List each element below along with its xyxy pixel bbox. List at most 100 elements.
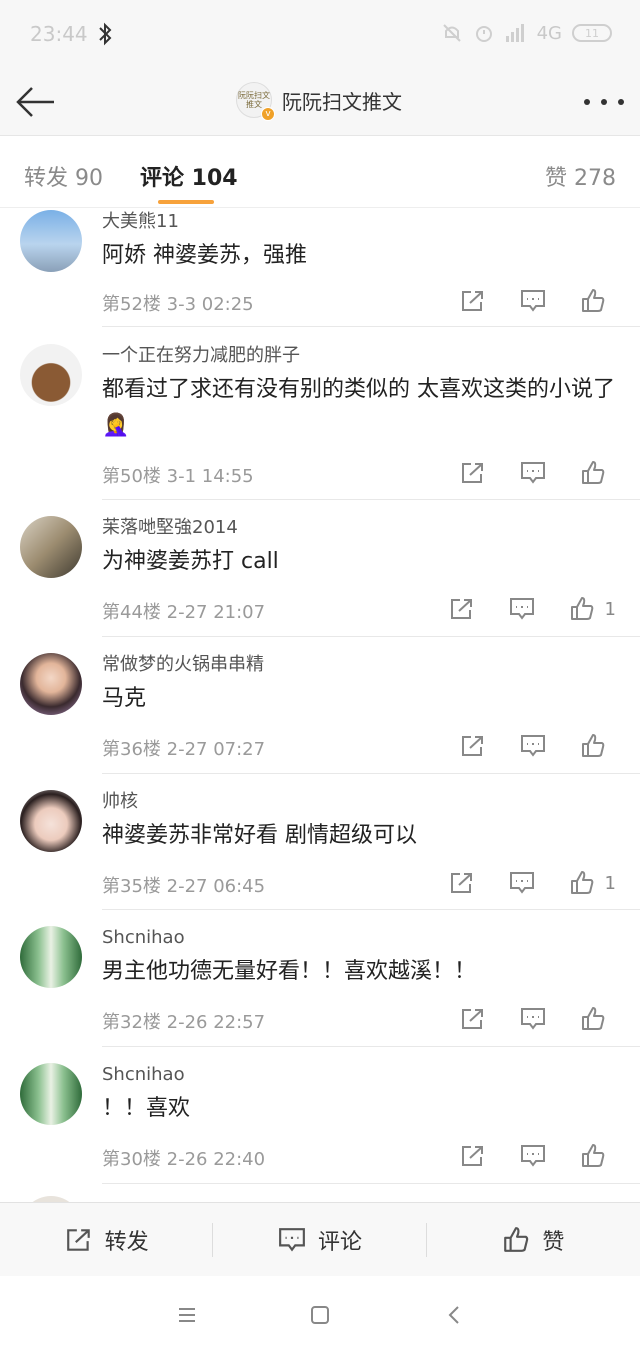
repost-button[interactable]	[460, 1141, 486, 1171]
comment-meta: 第35楼 2-27 06:45	[102, 876, 266, 897]
more-options-icon[interactable]	[584, 88, 624, 116]
like-count: 1	[604, 872, 616, 894]
share-icon	[462, 291, 483, 311]
avatar[interactable]	[20, 1063, 82, 1125]
thumbs-up-icon	[582, 734, 605, 757]
comment-item: 苿落哋堅強2014 为神婆姜苏打 call 第44楼 2-27 21:07 1	[0, 500, 640, 637]
reply-button[interactable]	[509, 594, 535, 624]
comment-meta: 第44楼 2-27 21:07	[102, 602, 266, 623]
comment-icon	[521, 290, 545, 312]
home-icon[interactable]	[305, 1300, 335, 1330]
back-icon[interactable]	[440, 1300, 470, 1330]
verified-badge: v	[261, 107, 275, 121]
repost-button[interactable]	[449, 868, 475, 898]
reply-button[interactable]	[520, 458, 546, 488]
bluetooth-icon	[99, 22, 112, 46]
active-tab-indicator	[158, 200, 214, 204]
like-count: 1	[604, 598, 616, 620]
comment-actions	[426, 286, 616, 316]
commenter-name[interactable]: Shcnihao	[102, 926, 620, 950]
divider	[102, 326, 640, 327]
tab-comments[interactable]: 评论 104	[140, 160, 238, 192]
comment-body: Shcnihao ！！喜欢	[102, 1063, 620, 1127]
tab-likes[interactable]: 赞 278	[545, 160, 616, 192]
commenter-name[interactable]: 大美熊11	[102, 210, 620, 234]
commenter-name[interactable]: 帅核	[102, 790, 620, 814]
comment-text: 为神婆姜苏打 call	[102, 549, 279, 574]
alarm-icon	[475, 26, 492, 42]
share-icon	[462, 463, 483, 483]
comment-meta: 第36楼 2-27 07:27	[102, 739, 266, 760]
header: 阮阮扫文推文 v 阮阮扫文推文	[0, 70, 640, 136]
avatar[interactable]	[20, 653, 82, 715]
tab-bar: 转发 90 评论 104 赞 278	[0, 136, 640, 208]
comment-icon	[509, 598, 534, 620]
like-button[interactable]	[580, 1004, 616, 1034]
commenter-name[interactable]: 一个正在努力减肥的胖子	[102, 344, 620, 368]
thumbs-up-icon	[570, 871, 593, 894]
reply-button[interactable]	[520, 731, 546, 761]
comment-item: 帅核 神婆姜苏非常好看 剧情超级可以 第35楼 2-27 06:45 1	[0, 774, 640, 910]
repost-button[interactable]	[460, 731, 486, 761]
commenter-name[interactable]: Shcnihao	[102, 1063, 620, 1087]
commenter-name[interactable]: 苿落哋堅強2014	[102, 516, 620, 540]
bottom-action-bar: 转发 评论 赞	[0, 1202, 640, 1276]
back-arrow-icon[interactable]	[14, 84, 58, 120]
comment-actions: 1	[415, 594, 616, 624]
like-action-label: 赞	[542, 1229, 565, 1255]
thumbs-up-icon	[504, 1226, 529, 1252]
battery-level: 11	[585, 26, 599, 40]
repost-button[interactable]	[449, 594, 475, 624]
share-icon	[66, 1228, 90, 1251]
comment-meta: 第50楼 3-1 14:55	[102, 466, 254, 487]
share-icon	[450, 873, 472, 893]
menu-icon[interactable]	[172, 1300, 202, 1330]
comment-icon	[521, 1145, 545, 1167]
comment-text: 马克	[102, 686, 147, 711]
comment-text: ！！喜欢	[102, 1096, 191, 1121]
comment-text: 都看过了求还有没有别的类似的 太喜欢这类的小说了🤦‍♀️	[102, 377, 615, 438]
system-nav-bar	[0, 1276, 640, 1351]
like-button[interactable]: 1	[569, 594, 616, 624]
comment-item: Shcnihao ！！喜欢 第30楼 2-26 22:40	[0, 1047, 640, 1184]
account-name[interactable]: 阮阮扫文推文	[282, 86, 402, 115]
account-avatar[interactable]: 阮阮扫文推文 v	[236, 82, 275, 121]
signal-icon	[505, 24, 524, 42]
account-info[interactable]: 阮阮扫文推文 v 阮阮扫文推文	[236, 82, 402, 121]
comment-actions: 1	[415, 868, 616, 898]
comment-item: Shcnihao 男主他功德无量好看！！喜欢越溪！！ 第32楼 2-26 22:…	[0, 910, 640, 1047]
avatar[interactable]	[20, 516, 82, 578]
avatar[interactable]	[20, 210, 82, 272]
thumbs-up-icon	[582, 289, 605, 312]
repost-button[interactable]	[460, 1004, 486, 1034]
avatar[interactable]	[20, 344, 82, 406]
comment-actions	[426, 1004, 616, 1034]
commenter-name[interactable]: 常做梦的火锅串串精	[102, 653, 620, 677]
avatar[interactable]	[20, 926, 82, 988]
thumbs-up-icon	[570, 597, 593, 620]
like-button[interactable]	[580, 1141, 616, 1171]
tab-reposts[interactable]: 转发 90	[24, 160, 103, 192]
comment-meta: 第30楼 2-26 22:40	[102, 1149, 266, 1170]
like-action-button[interactable]: 赞	[427, 1203, 640, 1276]
repost-action-button[interactable]: 转发	[0, 1203, 214, 1276]
like-button[interactable]	[580, 731, 616, 761]
like-button[interactable]	[580, 458, 616, 488]
comment-list[interactable]: 大美熊11 阿娇 神婆姜苏，强推 第52楼 3-3 02:25 一个正在努力减肥…	[0, 208, 640, 1202]
reply-button[interactable]	[520, 1004, 546, 1034]
reply-button[interactable]	[520, 1141, 546, 1171]
avatar[interactable]	[20, 790, 82, 852]
status-bar: 23:44 4G 11	[0, 0, 640, 70]
status-time: 23:44	[30, 22, 88, 46]
comment-text: 男主他功德无量好看！！喜欢越溪！！	[102, 959, 477, 984]
comment-icon	[521, 735, 545, 757]
comment-action-button[interactable]: 评论	[213, 1203, 427, 1276]
reply-button[interactable]	[509, 868, 535, 898]
reply-button[interactable]	[520, 286, 546, 316]
like-button[interactable]: 1	[569, 868, 616, 898]
repost-button[interactable]	[460, 458, 486, 488]
comment-icon	[509, 872, 534, 894]
comment-text: 阿娇 神婆姜苏，强推	[102, 243, 307, 268]
like-button[interactable]	[580, 286, 616, 316]
repost-button[interactable]	[460, 286, 486, 316]
